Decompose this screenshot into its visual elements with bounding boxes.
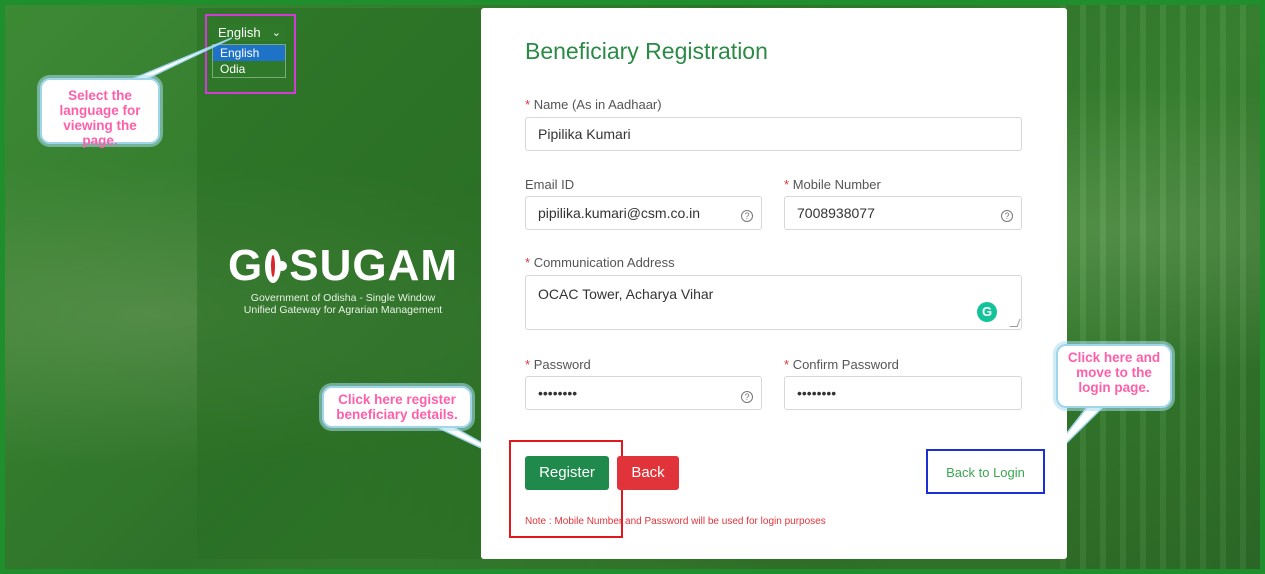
resize-handle-icon[interactable] xyxy=(1009,319,1021,327)
mobile-label-text: Mobile Number xyxy=(792,177,881,192)
email-help-icon[interactable]: ? xyxy=(741,210,753,222)
email-label: Email ID xyxy=(525,177,575,192)
required-mark: * xyxy=(784,177,790,192)
language-dropdown-list: English Odia xyxy=(212,44,286,78)
callout-login: Click here and move to the login page. xyxy=(1056,344,1172,408)
background-decoration xyxy=(1060,5,1260,569)
name-label: * Name (As in Aadhaar) xyxy=(525,97,662,112)
mobile-help-icon[interactable]: ? xyxy=(1001,210,1013,222)
callout-register: Click here register beneficiary details. xyxy=(322,386,472,428)
confirm-password-field[interactable]: •••••••• xyxy=(784,376,1022,410)
address-textarea[interactable]: OCAC Tower, Acharya Vihar xyxy=(525,275,1022,330)
password-help-icon[interactable]: ? xyxy=(741,391,753,403)
password-value: •••••••• xyxy=(538,385,578,401)
logo-subtitle: Government of Odisha - Single Window Uni… xyxy=(228,292,458,316)
required-mark: * xyxy=(525,255,531,270)
back-to-login-link[interactable]: Back to Login xyxy=(929,465,1042,480)
language-selected-value: English xyxy=(218,25,261,40)
confirm-password-label-text: Confirm Password xyxy=(792,357,899,372)
language-option-odia[interactable]: Odia xyxy=(213,61,285,77)
register-button[interactable]: Register xyxy=(525,456,609,490)
go-sugam-logo: G SUGAM Government of Odisha - Single Wi… xyxy=(228,244,458,317)
password-field[interactable]: •••••••• xyxy=(525,376,762,410)
page-title: Beneficiary Registration xyxy=(525,38,768,64)
logo-sugam-text: SUGAM xyxy=(289,241,458,290)
logo-letter-g: G xyxy=(228,241,264,290)
logo-o-icon xyxy=(265,249,288,283)
mobile-label: * Mobile Number xyxy=(784,177,881,192)
password-label-text: Password xyxy=(533,357,591,372)
chevron-down-icon: ⌄ xyxy=(271,27,281,39)
email-value: pipilika.kumari@csm.co.in xyxy=(538,205,701,221)
login-note: Note : Mobile Number and Password will b… xyxy=(525,516,826,527)
back-button[interactable]: Back xyxy=(617,456,679,490)
mobile-value: 7008938077 xyxy=(797,205,875,221)
required-mark: * xyxy=(784,357,790,372)
logo-subtitle-line2: Unified Gateway for Agrarian Management xyxy=(243,304,443,316)
callout-language: Select the language for viewing the page… xyxy=(40,78,160,148)
address-label-text: Communication Address xyxy=(533,255,675,270)
name-label-text: Name (As in Aadhaar) xyxy=(533,97,662,112)
confirm-password-value: •••••••• xyxy=(797,385,837,401)
password-label: * Password xyxy=(525,357,591,372)
email-field[interactable]: pipilika.kumari@csm.co.in xyxy=(525,196,762,230)
confirm-password-label: * Confirm Password xyxy=(784,357,899,372)
grammarly-icon[interactable]: G xyxy=(977,302,997,322)
name-field[interactable]: Pipilika Kumari xyxy=(525,117,1022,151)
address-label: * Communication Address xyxy=(525,255,675,270)
required-mark: * xyxy=(525,357,531,372)
language-select[interactable]: English ⌄ xyxy=(212,24,286,42)
mobile-field[interactable]: 7008938077 xyxy=(784,196,1022,230)
logo-subtitle-line1: Government of Odisha - Single Window xyxy=(250,292,436,304)
language-option-english[interactable]: English xyxy=(213,45,285,61)
logo-wordmark: G SUGAM xyxy=(228,244,458,288)
required-mark: * xyxy=(525,97,531,112)
address-value: OCAC Tower, Acharya Vihar xyxy=(538,286,714,302)
